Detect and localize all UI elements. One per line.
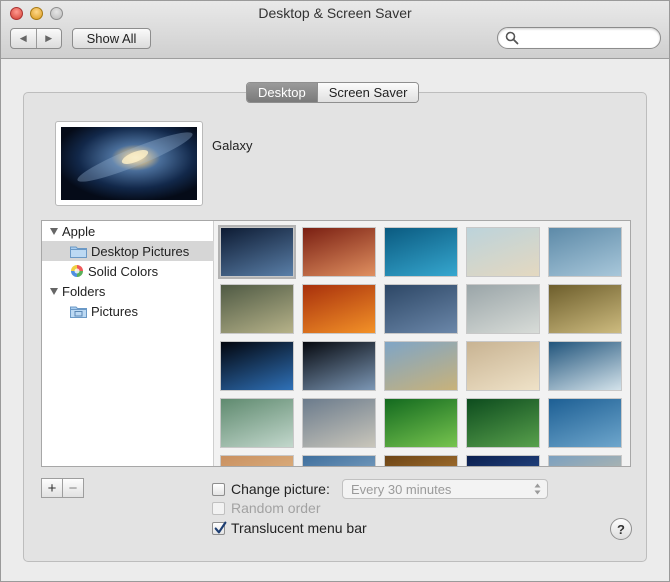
wallpaper-thumbnail-lake-blue[interactable]: [302, 455, 376, 466]
tab-screen-saver[interactable]: Screen Saver: [316, 83, 419, 102]
current-picture-name: Galaxy: [212, 138, 253, 153]
galaxy-preview-image: [61, 127, 197, 200]
back-button[interactable]: ◀: [11, 29, 36, 48]
source-item-pictures[interactable]: Pictures: [42, 301, 214, 321]
wallpaper-thumbnail-blue-forest[interactable]: [548, 227, 622, 277]
wallpaper-thumbnail-lion[interactable]: [384, 455, 458, 466]
remove-folder-button[interactable]: −: [62, 479, 83, 497]
random-order-checkbox[interactable]: [212, 501, 225, 515]
wallpaper-thumbnail-earth-horizon[interactable]: [220, 341, 294, 391]
wallpaper-thumbnail-galaxy[interactable]: [218, 225, 296, 279]
wallpaper-thumbnail-earth-space[interactable]: [302, 341, 376, 391]
wallpaper-thumbnail-birds-plain[interactable]: [466, 341, 540, 391]
back-arrow-icon: ◀: [19, 33, 27, 43]
wallpaper-thumbnail-lily-pads[interactable]: [220, 398, 294, 448]
source-group-apple[interactable]: Apple: [42, 221, 214, 241]
show-all-button[interactable]: Show All: [72, 28, 151, 49]
translucent-menu-bar-checkbox[interactable]: [212, 521, 227, 535]
wallpaper-thumbnail-night-blue[interactable]: [466, 455, 540, 466]
wallpaper-thumbnail-grass-field[interactable]: [220, 284, 294, 334]
wallpaper-thumbnail-antelope-canyon[interactable]: [302, 227, 376, 277]
wallpaper-thumbnail-autumn-leaves[interactable]: [302, 284, 376, 334]
interval-selected-value: Every 30 minutes: [351, 481, 452, 497]
random-order-option[interactable]: Random order: [212, 499, 321, 517]
wallpaper-thumbnail-desert-dawn[interactable]: [220, 455, 294, 466]
wallpaper-thumbnail-elephant-savanna[interactable]: [384, 341, 458, 391]
forward-arrow-icon: ▶: [45, 33, 53, 43]
wallpaper-thumbnail-ice-floes[interactable]: [548, 341, 622, 391]
source-group-label: Folders: [62, 283, 106, 299]
color-wheel-icon: [71, 265, 83, 277]
up-down-arrows-icon: [534, 483, 541, 495]
disclosure-triangle-icon[interactable]: [50, 227, 58, 235]
checkmark-icon: [214, 521, 227, 533]
interval-popup[interactable]: Every 30 minutes: [342, 479, 548, 499]
source-group-label: Apple: [62, 223, 96, 239]
wallpaper-thumbnail-water-ripples[interactable]: [384, 284, 458, 334]
add-remove-control: + −: [41, 478, 84, 498]
help-button[interactable]: ?: [610, 518, 632, 540]
pictures-folder-icon: [70, 306, 87, 318]
wallpaper-thumbnail-sand-blue[interactable]: [548, 455, 622, 466]
current-desktop-preview: [55, 121, 203, 206]
source-item-label: Pictures: [91, 303, 138, 319]
thumbnail-grid: [214, 221, 630, 466]
source-item-desktop-pictures[interactable]: Desktop Pictures: [42, 241, 214, 261]
wallpaper-thumbnail-eagle-sky[interactable]: [548, 284, 622, 334]
disclosure-triangle-icon[interactable]: [50, 287, 58, 295]
random-order-label: Random order: [231, 500, 321, 516]
translucent-menu-bar-option[interactable]: Translucent menu bar: [212, 519, 367, 537]
source-group-folders[interactable]: Folders: [42, 281, 214, 301]
change-picture-checkbox[interactable]: [212, 482, 225, 496]
tab-bar: Desktop Screen Saver: [246, 82, 420, 103]
titlebar: Desktop & Screen Saver ◀ ▶ Show All: [1, 1, 669, 59]
wallpaper-thumbnail-blue-water[interactable]: [548, 398, 622, 448]
tab-desktop[interactable]: Desktop: [247, 83, 317, 102]
wallpaper-thumbnail-valley-clouds[interactable]: [302, 398, 376, 448]
source-list: Apple Desktop Pictures Solid Colors Fold…: [42, 221, 214, 466]
source-item-solid-colors[interactable]: Solid Colors: [42, 261, 214, 281]
picture-browser: Apple Desktop Pictures Solid Colors Fold…: [41, 220, 631, 467]
folder-icon: [70, 246, 87, 258]
change-picture-option[interactable]: Change picture:: [212, 480, 330, 498]
wallpaper-thumbnail-frog-leaf[interactable]: [384, 398, 458, 448]
change-picture-label: Change picture:: [231, 481, 330, 497]
search-input[interactable]: [520, 30, 654, 46]
add-folder-button[interactable]: +: [42, 479, 62, 497]
search-icon: [505, 31, 519, 45]
source-item-label: Solid Colors: [88, 263, 159, 279]
preferences-window: Desktop & Screen Saver ◀ ▶ Show All Desk…: [0, 0, 670, 582]
wallpaper-thumbnail-beach-shore[interactable]: [466, 227, 540, 277]
wallpaper-thumbnail-green-grass[interactable]: [466, 398, 540, 448]
forward-button[interactable]: ▶: [35, 29, 62, 48]
search-field[interactable]: [497, 27, 661, 49]
translucent-menu-bar-label: Translucent menu bar: [231, 520, 367, 536]
source-item-label: Desktop Pictures: [91, 243, 190, 259]
window-title: Desktop & Screen Saver: [258, 5, 412, 21]
wallpaper-thumbnail-ocean-waves[interactable]: [384, 227, 458, 277]
back-forward-control: ◀ ▶: [10, 28, 62, 49]
wallpaper-thumbnail-misty-lake[interactable]: [466, 284, 540, 334]
